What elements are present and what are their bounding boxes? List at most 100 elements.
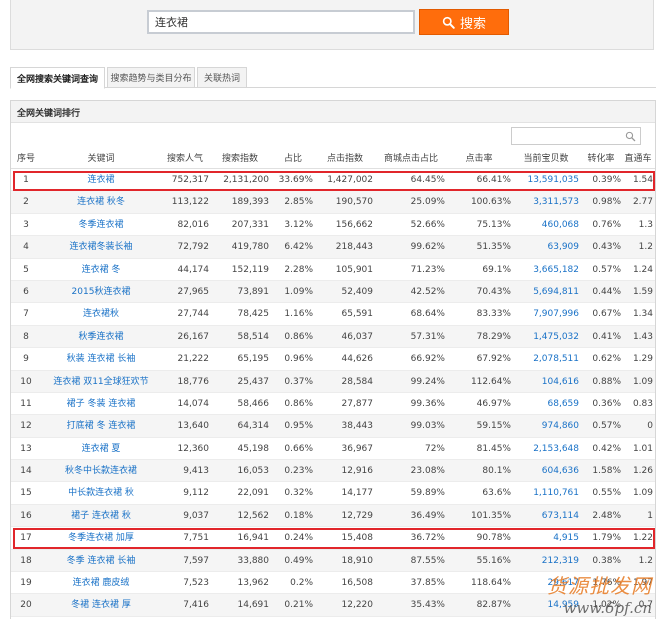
cell-mall-click-share: 42.52% bbox=[410, 286, 445, 297]
cell-search-popularity: 7,597 bbox=[183, 555, 209, 566]
table-row: 5 连衣裙 冬 44,174 152,119 2.28% 105,901 71.23% 69.… bbox=[11, 259, 655, 281]
cell-keyword[interactable]: 连衣裙 双11全球狂欢节 bbox=[41, 371, 161, 392]
cell-search-index: 152,119 bbox=[231, 264, 269, 275]
tab-bar: 全网搜索关键词查询 搜索趋势与类目分布 关联热词 bbox=[10, 67, 656, 89]
cell-ctr: 78.29% bbox=[476, 331, 511, 342]
filter-input[interactable] bbox=[511, 127, 641, 145]
cell-ctr: 118.64% bbox=[470, 578, 511, 589]
cell-item-count[interactable]: 1,475,032 bbox=[513, 326, 579, 347]
cell-conversion: 0.76% bbox=[592, 219, 621, 230]
cell-mall-click-share: 87.55% bbox=[410, 555, 445, 566]
search-input[interactable] bbox=[147, 10, 415, 34]
cell-rank: 6 bbox=[23, 286, 29, 297]
cell-keyword[interactable]: 冬季 连衣裙 长袖 bbox=[41, 550, 161, 571]
cell-conversion: 0.38% bbox=[592, 555, 621, 566]
cell-item-count[interactable]: 460,068 bbox=[513, 214, 579, 235]
cell-mall-click-share: 72% bbox=[424, 443, 445, 454]
cell-search-popularity: 82,016 bbox=[177, 219, 210, 230]
cell-click-index: 1,427,002 bbox=[327, 175, 373, 185]
cell-item-count[interactable]: 3,311,573 bbox=[513, 191, 579, 212]
cell-conversion: 2.48% bbox=[592, 510, 621, 521]
cell-item-count[interactable]: 1,110,761 bbox=[513, 482, 579, 503]
cell-item-count[interactable]: 7,907,996 bbox=[513, 303, 579, 324]
cell-ztc: 1.09 bbox=[632, 488, 653, 499]
cell-item-count[interactable]: 974,860 bbox=[513, 415, 579, 436]
keyword-ranking-panel: 全网关键词排行 序号 关键词 搜索人气 搜索指数 占比 点击指数 商城点击占比 … bbox=[10, 100, 656, 619]
cell-search-popularity: 752,317 bbox=[171, 175, 209, 185]
cell-item-count[interactable]: 212,319 bbox=[513, 550, 579, 571]
cell-conversion: 0.42% bbox=[592, 443, 621, 454]
cell-ctr: 112.64% bbox=[470, 376, 511, 387]
cell-item-count[interactable]: 2,078,511 bbox=[513, 348, 579, 369]
cell-item-count[interactable]: 3,665,182 bbox=[513, 259, 579, 280]
cell-keyword[interactable]: 冬季连衣裙 bbox=[41, 214, 161, 235]
cell-keyword[interactable]: 打底裙 冬 连衣裙 bbox=[41, 415, 161, 436]
cell-keyword[interactable]: 连衣裙秋 bbox=[41, 303, 161, 324]
cell-keyword[interactable]: 连衣裙 鹿皮绒 bbox=[41, 572, 161, 593]
cell-item-count[interactable]: 63,909 bbox=[513, 236, 580, 257]
cell-mall-click-share: 66.92% bbox=[410, 354, 445, 365]
cell-ztc: 1.34 bbox=[632, 309, 653, 320]
cell-keyword[interactable]: 裙子 冬装 连衣裙 bbox=[41, 393, 161, 414]
cell-keyword[interactable]: 秋装 连衣裙 长袖 bbox=[41, 348, 161, 369]
cell-mall-click-share: 25.09% bbox=[410, 197, 445, 208]
cell-conversion: 0.44% bbox=[592, 286, 621, 297]
search-button[interactable]: 搜索 bbox=[419, 9, 509, 35]
cell-keyword[interactable]: 2015秋连衣裙 bbox=[41, 281, 161, 302]
cell-share: 2.85% bbox=[284, 197, 313, 208]
cell-keyword[interactable]: 冬裙 连衣裙 厚 bbox=[41, 594, 161, 615]
tab-keyword-query[interactable]: 全网搜索关键词查询 bbox=[10, 67, 105, 89]
header-search-popularity: 搜索人气 bbox=[166, 154, 203, 164]
cell-mall-click-share: 99.03% bbox=[410, 421, 445, 432]
cell-keyword[interactable]: 连衣裙 秋冬 bbox=[41, 191, 161, 212]
cell-keyword[interactable]: 冬季连衣裙 加厚 bbox=[41, 527, 161, 548]
cell-keyword[interactable]: 秋冬中长款连衣裙 bbox=[41, 460, 161, 481]
cell-click-index: 27,877 bbox=[341, 398, 374, 409]
cell-click-index: 15,408 bbox=[341, 533, 374, 544]
cell-ztc: 2.77 bbox=[632, 197, 653, 208]
cell-rank: 5 bbox=[23, 264, 29, 275]
cell-click-index: 46,037 bbox=[341, 331, 374, 342]
cell-keyword[interactable]: 中长款连衣裙 秋 bbox=[41, 482, 161, 503]
cell-rank: 4 bbox=[23, 242, 29, 253]
cell-rank: 20 bbox=[20, 600, 32, 611]
cell-item-count[interactable]: 5,694,811 bbox=[513, 281, 579, 302]
cell-search-index: 73,891 bbox=[237, 286, 270, 297]
cell-share: 1.09% bbox=[284, 286, 313, 297]
table-row: 7 连衣裙秋 27,744 78,425 1.16% 65,591 68.64% 83.33%… bbox=[11, 303, 655, 326]
cell-search-index: 13,962 bbox=[237, 578, 270, 589]
tab-label: 搜索趋势与类目分布 bbox=[110, 74, 192, 84]
cell-ztc: 1.26 bbox=[632, 466, 653, 477]
tab-related-words[interactable]: 关联热词 bbox=[197, 67, 247, 88]
cell-keyword[interactable]: 连衣裙 夏 bbox=[41, 438, 161, 459]
cell-item-count[interactable]: 13,591,035 bbox=[513, 169, 579, 190]
cell-click-index: 12,729 bbox=[341, 510, 374, 521]
cell-keyword[interactable]: 秋季连衣裙 bbox=[41, 326, 161, 347]
cell-rank: 15 bbox=[20, 488, 32, 499]
cell-keyword[interactable]: 连衣裙 冬 bbox=[41, 259, 161, 280]
cell-ztc: 1.3 bbox=[638, 219, 653, 230]
cell-rank: 14 bbox=[20, 466, 32, 477]
cell-item-count[interactable]: 68,659 bbox=[513, 393, 580, 414]
cell-item-count[interactable]: 104,616 bbox=[513, 371, 579, 392]
tab-label: 关联热词 bbox=[203, 74, 240, 84]
tab-trend-category[interactable]: 搜索趋势与类目分布 bbox=[107, 67, 195, 88]
cell-conversion: 0.57% bbox=[592, 264, 621, 275]
cell-keyword[interactable]: 裙子 连衣裙 秋 bbox=[41, 505, 161, 526]
table-row: 11 裙子 冬装 连衣裙 14,074 58,466 0.86% 27,877 99.36%… bbox=[11, 393, 655, 416]
cell-item-count[interactable]: 2,153,648 bbox=[513, 438, 579, 459]
cell-click-index: 18,910 bbox=[341, 555, 374, 566]
cell-rank: 2 bbox=[23, 197, 29, 208]
cell-mall-click-share: 71.23% bbox=[410, 264, 445, 275]
cell-item-count[interactable]: 673,114 bbox=[513, 505, 579, 526]
header-ctr: 点击率 bbox=[465, 154, 493, 164]
cell-item-count[interactable]: 4,915 bbox=[513, 527, 579, 548]
cell-share: 1.16% bbox=[284, 309, 313, 320]
cell-conversion: 1.58% bbox=[592, 466, 621, 477]
cell-item-count[interactable]: 604,636 bbox=[513, 460, 579, 481]
cell-search-popularity: 9,112 bbox=[183, 488, 209, 499]
cell-click-index: 36,967 bbox=[341, 443, 374, 454]
cell-keyword[interactable]: 连衣裙冬装长袖 bbox=[41, 236, 161, 257]
cell-keyword[interactable]: 连衣裙 bbox=[41, 169, 161, 190]
cell-ctr: 101.35% bbox=[470, 510, 511, 521]
